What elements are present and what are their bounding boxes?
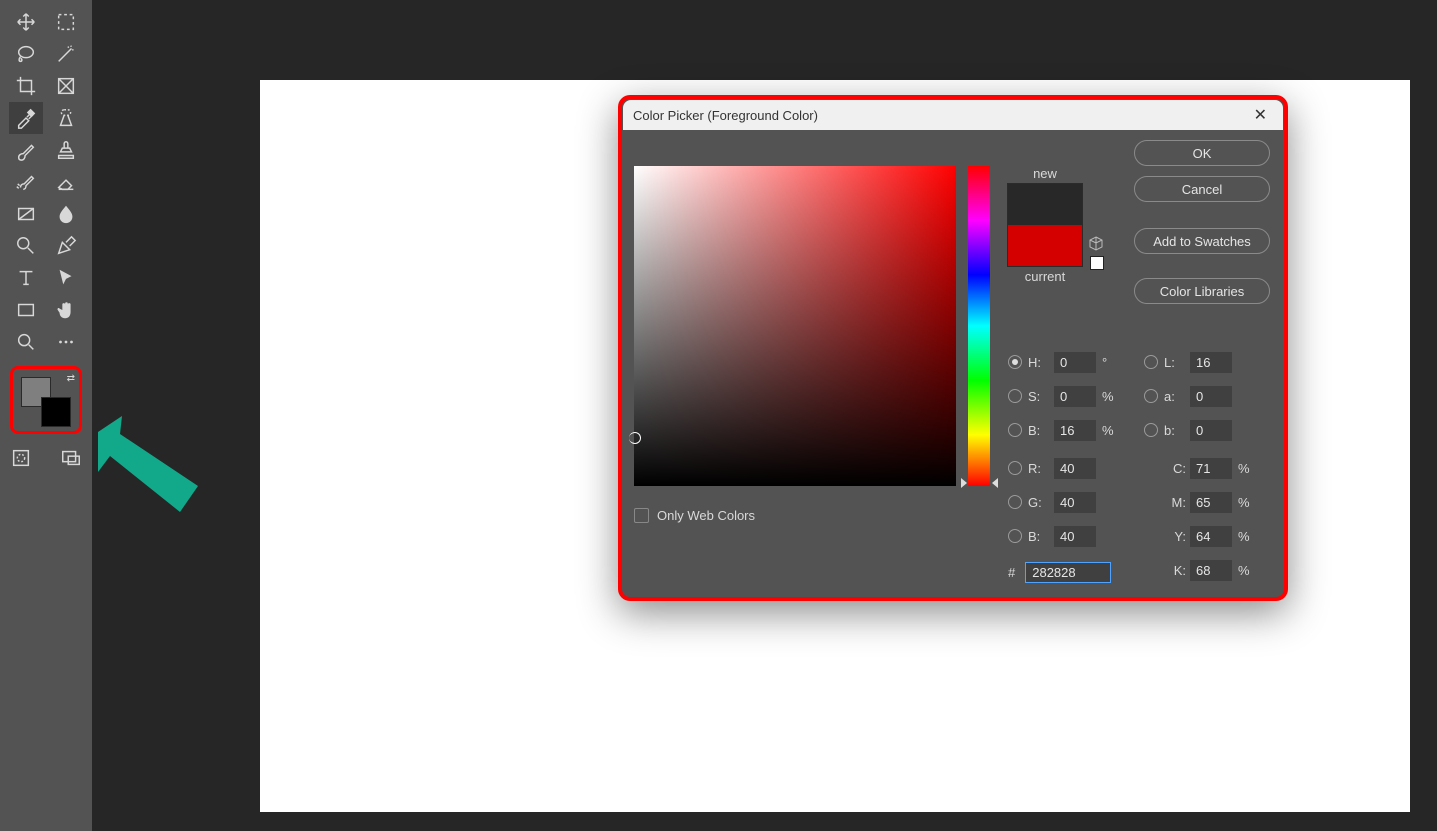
web-colors-checkbox[interactable]: Only Web Colors: [634, 508, 755, 523]
current-color-swatch[interactable]: [1008, 225, 1082, 266]
type-tool[interactable]: [9, 262, 43, 294]
g-radio[interactable]: [1008, 495, 1022, 509]
new-color-swatch[interactable]: [1008, 184, 1082, 225]
r-radio[interactable]: [1008, 461, 1022, 475]
a-input[interactable]: [1190, 386, 1232, 407]
gamut-warning-icon[interactable]: [1088, 236, 1104, 252]
background-swatch[interactable]: [41, 397, 71, 427]
y-input[interactable]: [1190, 526, 1232, 547]
bri-radio[interactable]: [1008, 423, 1022, 437]
rectangle-tool[interactable]: [9, 294, 43, 326]
magic-wand-tool[interactable]: [49, 38, 83, 70]
screen-mode-toggle[interactable]: [54, 442, 88, 474]
crop-tool[interactable]: [9, 70, 43, 102]
m-input[interactable]: [1190, 492, 1232, 513]
bri-input[interactable]: [1054, 420, 1096, 441]
color-preview: new current: [1007, 166, 1083, 284]
tools-toolbar: ⇄: [0, 0, 92, 831]
sat-input[interactable]: [1054, 386, 1096, 407]
blur-tool[interactable]: [49, 198, 83, 230]
frame-tool[interactable]: [49, 70, 83, 102]
zoom-tool[interactable]: [9, 326, 43, 358]
color-field[interactable]: [634, 166, 956, 486]
lasso-tool[interactable]: [9, 38, 43, 70]
k-input[interactable]: [1190, 560, 1232, 581]
l-radio[interactable]: [1144, 355, 1158, 369]
clone-stamp-tool[interactable]: [49, 134, 83, 166]
g-input[interactable]: [1054, 492, 1096, 513]
a-radio[interactable]: [1144, 389, 1158, 403]
color-libraries-button[interactable]: Color Libraries: [1134, 278, 1270, 304]
lab-b-input[interactable]: [1190, 420, 1232, 441]
marquee-tool[interactable]: [49, 6, 83, 38]
hue-slider-thumb-right[interactable]: [992, 478, 998, 488]
add-to-swatches-button[interactable]: Add to Swatches: [1134, 228, 1270, 254]
eraser-tool[interactable]: [49, 166, 83, 198]
sat-radio[interactable]: [1008, 389, 1022, 403]
close-icon[interactable]: ✕: [1248, 103, 1273, 127]
dodge-tool[interactable]: [9, 230, 43, 262]
hue-radio[interactable]: [1008, 355, 1022, 369]
b-radio[interactable]: [1008, 529, 1022, 543]
hex-input[interactable]: [1025, 562, 1111, 583]
pen-tool[interactable]: [49, 230, 83, 262]
web-colors-input[interactable]: [634, 508, 649, 523]
ok-button[interactable]: OK: [1134, 140, 1270, 166]
default-colors-icon[interactable]: [17, 415, 29, 427]
gradient-tool[interactable]: [9, 198, 43, 230]
lab-b-radio[interactable]: [1144, 423, 1158, 437]
l-input[interactable]: [1190, 352, 1232, 373]
hue-slider-thumb-left[interactable]: [961, 478, 967, 488]
quickmask-toggle[interactable]: [4, 442, 38, 474]
path-selection-tool[interactable]: [49, 262, 83, 294]
hue-slider[interactable]: [968, 166, 990, 486]
swap-colors-icon[interactable]: ⇄: [67, 373, 75, 384]
brush-tool[interactable]: [9, 134, 43, 166]
color-field-cursor: [629, 432, 641, 444]
cancel-button[interactable]: Cancel: [1134, 176, 1270, 202]
dialog-title: Color Picker (Foreground Color): [633, 108, 818, 123]
history-brush-tool[interactable]: [9, 166, 43, 198]
dialog-titlebar[interactable]: Color Picker (Foreground Color) ✕: [623, 100, 1283, 130]
hand-tool[interactable]: [49, 294, 83, 326]
color-picker-dialog: Color Picker (Foreground Color) ✕ new cu…: [618, 95, 1288, 601]
more-tools[interactable]: [49, 326, 83, 358]
gamut-swatch[interactable]: [1090, 256, 1104, 270]
new-label: new: [1007, 166, 1083, 181]
current-label: current: [1007, 269, 1083, 284]
eyedropper-tool[interactable]: [9, 102, 43, 134]
r-input[interactable]: [1054, 458, 1096, 479]
healing-brush-tool[interactable]: [49, 102, 83, 134]
move-tool[interactable]: [9, 6, 43, 38]
b-input[interactable]: [1054, 526, 1096, 547]
web-colors-label: Only Web Colors: [657, 508, 755, 523]
c-input[interactable]: [1190, 458, 1232, 479]
hue-input[interactable]: [1054, 352, 1096, 373]
foreground-background-colors[interactable]: ⇄: [10, 366, 82, 434]
